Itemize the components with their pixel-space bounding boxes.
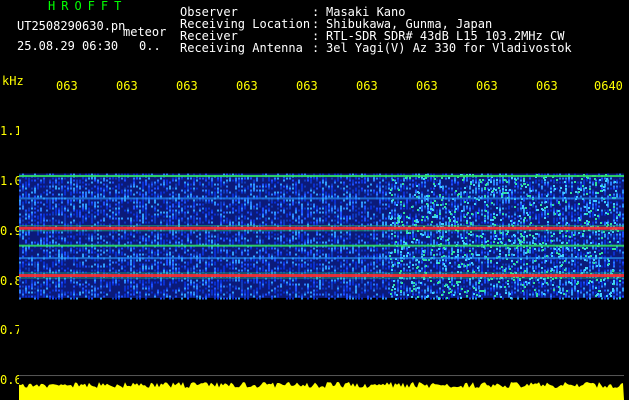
spectral-line: [19, 175, 624, 178]
spectral-line-halo: [19, 277, 624, 279]
spectral-line: [19, 244, 624, 247]
y-tick-label: 0.7: [0, 323, 22, 338]
y-tick-label: 1.1: [0, 124, 22, 139]
x-tick-label: 0640: [594, 79, 623, 93]
spectral-line: [19, 257, 624, 260]
signal-divider: [19, 375, 624, 377]
spectrogram-plot: [19, 95, 624, 400]
x-tick-label: 063: [296, 79, 318, 93]
y-axis-label: kHz: [2, 74, 24, 88]
info-value-antenna: 3el Yagi(V) Az 330 for Vladivostok: [326, 41, 572, 55]
signal-level-band: [19, 382, 624, 400]
type-label: meteor: [123, 25, 167, 39]
spectral-line-halo: [19, 230, 624, 232]
x-tick-label: 063: [56, 79, 78, 93]
x-tick-label: 063: [356, 79, 378, 93]
x-tick-label: 063: [536, 79, 558, 93]
x-tick-label: 063: [236, 79, 258, 93]
spectral-line-halo: [19, 272, 624, 274]
x-tick-label: 063: [176, 79, 198, 93]
y-tick-label: 0.9: [0, 223, 22, 238]
app-title: HROFFT: [48, 0, 128, 13]
x-tick-label: 063: [116, 79, 138, 93]
filename-label: UT2508290630.pn: [17, 19, 126, 33]
spectral-line-halo: [19, 225, 624, 227]
spectral-line: [19, 274, 624, 278]
y-tick-label: 0.8: [0, 273, 22, 288]
info-label-antenna: Receiving Antenna: [180, 41, 303, 55]
spectrogram-svg: [19, 173, 624, 400]
x-tick-label: 063: [416, 79, 438, 93]
datetime-label: 25.08.29 06:30: [17, 39, 119, 53]
info-colon: :: [312, 41, 320, 55]
count-label: 0..: [139, 39, 161, 53]
x-tick-label: 063: [476, 79, 498, 93]
spectral-line: [19, 226, 624, 230]
y-tick-label: 1.0: [0, 174, 22, 188]
y-tick-label: 0.6: [0, 373, 22, 387]
spectral-line: [19, 197, 624, 200]
